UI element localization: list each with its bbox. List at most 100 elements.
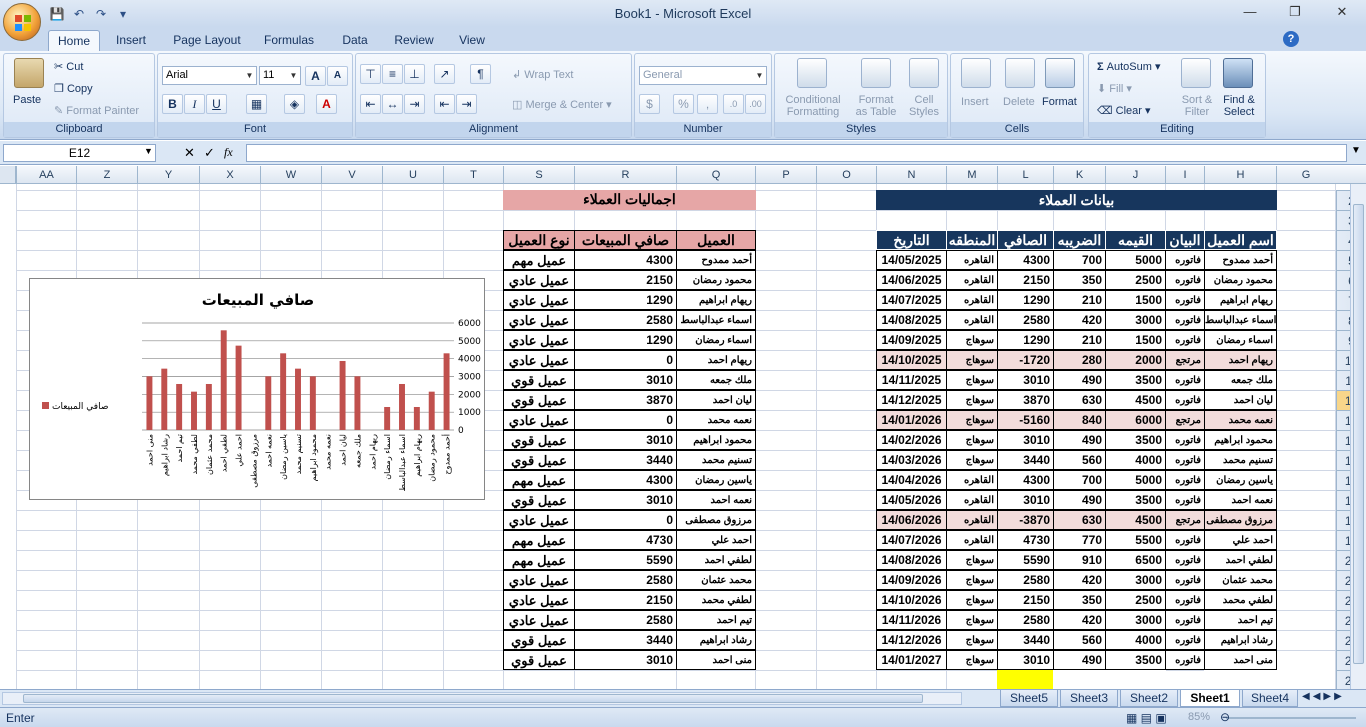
main-cell-name[interactable]: اسماء عبدالباسط (1204, 310, 1277, 330)
main-cell-net[interactable]: 4730 (997, 530, 1054, 550)
summary-cell-client[interactable]: احمد علي (676, 530, 756, 550)
main-cell-tax[interactable]: 840 (1053, 410, 1106, 430)
name-box[interactable]: E12 (3, 144, 156, 162)
tab-view[interactable]: View (450, 30, 494, 51)
main-cell-date[interactable]: 14/11/2026 (876, 610, 947, 630)
main-cell-tax[interactable]: 210 (1053, 290, 1106, 310)
summary-cell-type[interactable]: عميل عادي (503, 510, 575, 530)
main-cell-region[interactable]: سوهاج (946, 350, 998, 370)
find-select-icon[interactable] (1223, 58, 1253, 88)
main-cell-date[interactable]: 14/11/2025 (876, 370, 947, 390)
main-cell-net[interactable]: 2580 (997, 570, 1054, 590)
summary-cell-type[interactable]: عميل عادي (503, 610, 575, 630)
main-header-name[interactable]: اسم العميل (1204, 230, 1277, 250)
main-cell-desc[interactable]: مرتجع (1165, 510, 1205, 530)
cancel-icon[interactable]: ✕ (184, 145, 195, 161)
summary-cell-type[interactable]: عميل قوي (503, 390, 575, 410)
summary-cell-client[interactable]: ياسين رمضان (676, 470, 756, 490)
summary-cell-type[interactable]: عميل عادي (503, 310, 575, 330)
restore-icon[interactable]: ❐ (1285, 4, 1305, 22)
align-top-icon[interactable]: ⊤ (360, 64, 381, 84)
main-cell-net[interactable]: 2150 (997, 590, 1054, 610)
main-cell-desc[interactable]: فاتوره (1165, 370, 1205, 390)
tab-home[interactable]: Home (48, 30, 100, 51)
horizontal-scrollbar[interactable] (2, 692, 962, 705)
main-cell-name[interactable]: منى احمد (1204, 650, 1277, 670)
insert-cells-icon[interactable] (961, 58, 991, 88)
main-cell-value[interactable]: 3000 (1105, 610, 1166, 630)
summary-cell-type[interactable]: عميل مهم (503, 470, 575, 490)
main-cell-tax[interactable]: 490 (1053, 430, 1106, 450)
main-cell-value[interactable]: 3000 (1105, 310, 1166, 330)
vertical-scrollbar[interactable] (1350, 184, 1366, 689)
main-cell-tax[interactable]: 770 (1053, 530, 1106, 550)
main-cell-date[interactable]: 14/07/2026 (876, 530, 947, 550)
total-count[interactable] (1204, 670, 1277, 689)
main-cell-date[interactable]: 14/12/2026 (876, 630, 947, 650)
summary-cell-net[interactable]: 3010 (574, 490, 677, 510)
wrap-text-button[interactable]: ↲ Wrap Text (512, 68, 573, 81)
main-cell-net[interactable]: 2580 (997, 310, 1054, 330)
summary-cell-client[interactable]: لطفي احمد (676, 550, 756, 570)
main-cell-tax[interactable]: 560 (1053, 450, 1106, 470)
format-as-table-icon[interactable] (861, 58, 891, 88)
vertical-scroll-thumb[interactable] (1353, 204, 1364, 664)
main-cell-net[interactable]: 1290 (997, 290, 1054, 310)
main-cell-name[interactable]: تيم احمد (1204, 610, 1277, 630)
main-cell-net[interactable]: 3010 (997, 430, 1054, 450)
main-cell-value[interactable]: 1500 (1105, 290, 1166, 310)
sort-filter-button[interactable]: Sort & Filter (1177, 94, 1217, 118)
summary-cell-type[interactable]: عميل عادي (503, 290, 575, 310)
main-cell-desc[interactable]: فاتوره (1165, 650, 1205, 670)
sheet-tab-sheet4[interactable]: Sheet4 (1242, 690, 1298, 707)
main-cell-region[interactable]: سوهاج (946, 410, 998, 430)
main-cell-value[interactable]: 3500 (1105, 490, 1166, 510)
help-icon[interactable]: ? (1283, 31, 1299, 47)
text-direction-icon[interactable]: ¶ (470, 64, 491, 84)
main-cell-value[interactable]: 2500 (1105, 590, 1166, 610)
main-cell-value[interactable]: 6500 (1105, 550, 1166, 570)
summary-cell-client[interactable]: ريهام احمد (676, 350, 756, 370)
main-cell-name[interactable]: مرزوق مصطفى (1204, 510, 1277, 530)
summary-cell-net[interactable]: 1290 (574, 290, 677, 310)
main-cell-value[interactable]: 4000 (1105, 630, 1166, 650)
main-cell-tax[interactable]: 420 (1053, 570, 1106, 590)
main-cell-tax[interactable]: 490 (1053, 650, 1106, 670)
merge-center-button[interactable]: ◫ Merge & Center ▾ (512, 98, 612, 111)
main-cell-name[interactable]: نعمه احمد (1204, 490, 1277, 510)
main-cell-desc[interactable]: فاتوره (1165, 250, 1205, 270)
summary-cell-client[interactable]: محمود رمضان (676, 270, 756, 290)
main-cell-tax[interactable]: 700 (1053, 470, 1106, 490)
main-cell-desc[interactable]: فاتوره (1165, 390, 1205, 410)
main-cell-date[interactable]: 14/04/2026 (876, 470, 947, 490)
main-cell-value[interactable]: 5000 (1105, 250, 1166, 270)
main-cell-date[interactable]: 14/12/2025 (876, 390, 947, 410)
main-cell-value[interactable]: 6000 (1105, 410, 1166, 430)
align-middle-icon[interactable]: ≡ (382, 64, 403, 84)
align-right-icon[interactable]: ⇥ (404, 94, 425, 114)
increase-indent-icon[interactable]: ⇥ (456, 94, 477, 114)
summary-cell-client[interactable]: تسنيم محمد (676, 450, 756, 470)
main-cell-tax[interactable]: 490 (1053, 370, 1106, 390)
autosum-button[interactable]: Σ AutoSum ▾ (1097, 60, 1161, 73)
main-cell-value[interactable]: 4500 (1105, 510, 1166, 530)
tab-insert[interactable]: Insert (108, 30, 154, 51)
main-cell-region[interactable]: القاهره (946, 490, 998, 510)
summary-cell-type[interactable]: عميل قوي (503, 430, 575, 450)
format-cells-icon[interactable] (1045, 58, 1075, 88)
main-cell-name[interactable]: محمود رمضان (1204, 270, 1277, 290)
main-cell-name[interactable]: أحمد ممدوح (1204, 250, 1277, 270)
main-cell-net[interactable]: 2150 (997, 270, 1054, 290)
main-cell-net[interactable]: 3010 (997, 490, 1054, 510)
main-cell-value[interactable]: 3000 (1105, 570, 1166, 590)
undo-icon[interactable]: ↶ (70, 5, 88, 23)
main-cell-desc[interactable]: فاتوره (1165, 570, 1205, 590)
main-cell-value[interactable]: 5500 (1105, 530, 1166, 550)
format-as-table-button[interactable]: Format as Table (849, 94, 903, 118)
main-cell-value[interactable]: 2500 (1105, 270, 1166, 290)
paste-button[interactable]: Paste (13, 94, 41, 106)
cell-styles-button[interactable]: Cell Styles (905, 94, 943, 118)
main-cell-name[interactable]: رشاد ابراهيم (1204, 630, 1277, 650)
main-cell-region[interactable]: سوهاج (946, 450, 998, 470)
summary-cell-net[interactable]: 2580 (574, 610, 677, 630)
